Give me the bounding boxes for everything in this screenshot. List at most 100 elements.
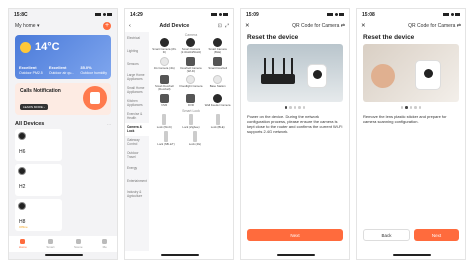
category-item[interactable]: Lighting <box>125 45 149 58</box>
device-option[interactable]: Wall Feeder Camera <box>205 93 231 107</box>
device-grid: H6 H2 H8 Offline <box>9 129 117 231</box>
scan-icon[interactable]: ⊡ <box>218 23 222 29</box>
nvr-icon <box>159 93 169 103</box>
hand-icon <box>371 64 395 88</box>
router-icon <box>261 74 295 84</box>
device-card-h6[interactable]: H6 <box>15 129 62 161</box>
smart-icon <box>47 239 53 244</box>
page-title: Reset the device <box>363 34 415 41</box>
expand-icon[interactable]: ⤢ <box>225 23 229 29</box>
category-item[interactable]: Electrical <box>125 32 149 45</box>
doorbell-icon <box>213 56 223 66</box>
home-indicator <box>277 254 315 256</box>
category-item[interactable]: Entertainment <box>125 175 149 188</box>
weather-humidity: 35.0% Outdoor humidity <box>80 65 107 75</box>
device-option[interactable]: Floodlight Camera <box>178 75 204 92</box>
device-option[interactable]: Lock (BLE) <box>205 114 231 129</box>
device-card-h2[interactable]: H2 <box>15 164 62 196</box>
weather-card[interactable]: 14°C Excellent Outdoor PM2.5 Excellent Out… <box>15 35 111 79</box>
status-bar: 15:8C <box>9 9 117 20</box>
camera-icon <box>159 56 169 66</box>
more-icon[interactable]: ··· <box>107 122 111 127</box>
instruction-text: Power on the device. During the network … <box>247 113 343 135</box>
home-indicator <box>393 254 431 256</box>
reset-device-screen-1: 15:09 ✕ QR Code for Camera ⇄ Reset the d… <box>240 8 350 260</box>
section-camera: Camera <box>184 33 198 37</box>
tab-scene[interactable]: Scene <box>74 239 83 249</box>
device-option[interactable]: NVR <box>151 93 177 107</box>
bottom-tab-bar: Home Smart Scene Me <box>9 236 117 252</box>
back-chevron-icon[interactable]: ‹ <box>129 23 131 29</box>
category-item[interactable]: Exercise & Health <box>125 110 149 123</box>
status-time: 14:29 <box>130 11 143 18</box>
remove-sticker-illustration <box>363 44 459 102</box>
learn-more-button[interactable]: LEARN MORE › <box>20 104 48 110</box>
category-item-camera-lock[interactable]: Camera & Lock <box>125 123 149 136</box>
status-time: 15:09 <box>246 11 259 18</box>
camera-icon <box>213 38 223 47</box>
back-button[interactable]: Back <box>363 229 410 241</box>
close-icon[interactable]: ✕ <box>361 23 366 29</box>
category-item[interactable]: Energy <box>125 162 149 175</box>
device-option[interactable]: Doorbell Camera (Wi-Fi) <box>178 56 204 74</box>
category-item[interactable]: Large Home Appliances <box>125 71 149 84</box>
next-button[interactable]: Next <box>247 229 343 241</box>
device-option[interactable]: DVR <box>178 93 204 107</box>
page-title: Add Device <box>159 23 190 29</box>
device-option[interactable]: Smart Doorbell <box>205 56 231 74</box>
lock-icon <box>162 114 167 126</box>
device-option[interactable]: Smart Camera (BLE) <box>205 38 231 55</box>
close-icon[interactable]: ✕ <box>245 23 250 29</box>
device-option[interactable]: Lock (4G) <box>182 131 208 146</box>
all-devices-title: All Devices <box>15 121 45 127</box>
signal-icons <box>443 13 460 16</box>
qr-code-mode-switch[interactable]: QR Code for Camera ⇄ <box>292 23 345 29</box>
phone-call-icon <box>83 86 107 110</box>
device-option[interactable]: Lock (Zigbee) <box>178 114 204 129</box>
camera-icon <box>18 167 26 175</box>
doorbell-icon <box>159 75 169 85</box>
base-station-icon <box>213 75 223 85</box>
add-device-plus-icon[interactable]: + <box>103 22 111 30</box>
category-sidebar: Electrical Lighting Sensors Large Home A… <box>125 32 149 251</box>
device-list: Camera Smart Camera (Wi-Fi) Smart Camera… <box>149 32 233 251</box>
device-option[interactable]: Smart Doorbell (Doorbell) <box>151 75 177 92</box>
category-item[interactable]: Gateway Control <box>125 136 149 149</box>
lock-icon <box>188 114 193 126</box>
device-card-h8[interactable]: H8 Offline <box>15 199 62 231</box>
category-item[interactable]: Industry & Agriculture <box>125 188 149 201</box>
device-option[interactable]: 4G Camera (4G) <box>151 56 177 74</box>
device-option[interactable]: Lock (Wi-Fi) <box>151 114 177 129</box>
weather-pm25: Excellent Outdoor PM2.5 <box>19 65 43 75</box>
tab-home[interactable]: Home <box>19 239 27 249</box>
camera-icon <box>213 93 223 103</box>
status-bar: 15:09 <box>241 9 349 20</box>
category-item[interactable]: Small Home Appliances <box>125 84 149 97</box>
tab-smart[interactable]: Smart <box>46 239 54 249</box>
dvr-icon <box>186 93 196 103</box>
tab-me[interactable]: Me <box>102 239 108 249</box>
lock-icon <box>215 114 220 126</box>
home-selector[interactable]: My home ▾ <box>15 23 39 29</box>
camera-icon <box>18 132 26 140</box>
pager-dots <box>241 106 349 109</box>
category-item[interactable]: Kitchen Appliances <box>125 97 149 110</box>
router-camera-illustration <box>247 44 343 102</box>
status-bar: 14:29 <box>125 9 233 20</box>
add-device-screen: 14:29 ‹ Add Device ⊡ ⤢ Electrical Lightin… <box>124 8 234 260</box>
page-title: Reset the device <box>247 34 299 41</box>
next-button[interactable]: Next <box>414 229 459 241</box>
qr-code-mode-switch[interactable]: QR Code for Camera ⇄ <box>408 23 461 29</box>
device-option[interactable]: Smart Camera (2.4GHz&5GHz) <box>178 38 204 55</box>
weather-air-quality: Excellent Outdoor air qu... <box>48 65 75 75</box>
calls-notification-banner[interactable]: Calls Notification LEARN MORE › <box>15 83 111 115</box>
device-option[interactable]: Smart Camera (Wi-Fi) <box>151 38 177 55</box>
category-item[interactable]: Sensors <box>125 58 149 71</box>
status-time: 15:08 <box>362 11 375 18</box>
device-option[interactable]: Lock (NB-IoT) <box>153 131 179 146</box>
sun-icon <box>20 42 31 53</box>
camera-icon <box>159 38 169 47</box>
device-option[interactable]: Base Station <box>205 75 231 92</box>
category-item[interactable]: Outdoor Travel <box>125 149 149 162</box>
status-bar: 15:08 <box>357 9 465 20</box>
